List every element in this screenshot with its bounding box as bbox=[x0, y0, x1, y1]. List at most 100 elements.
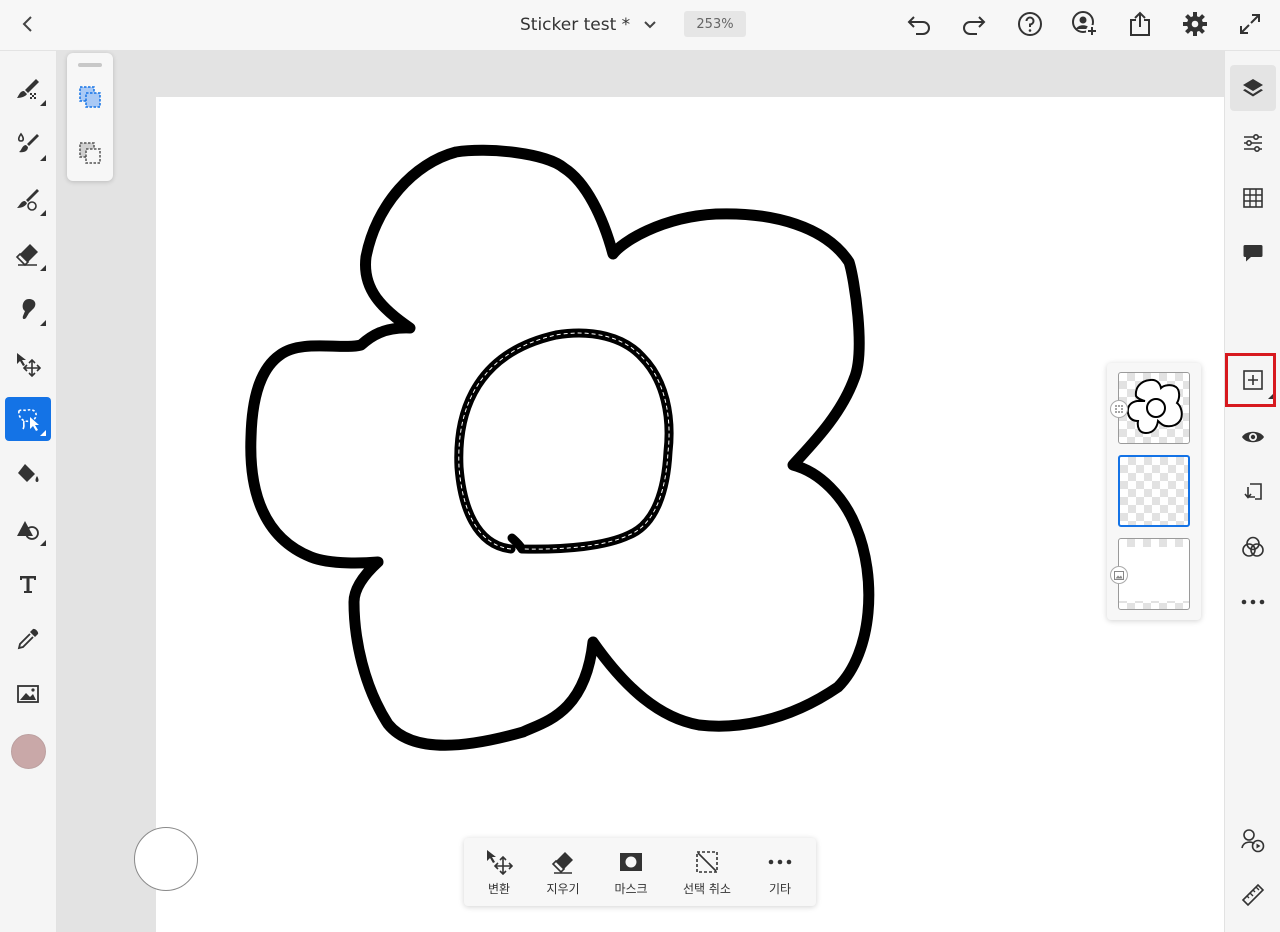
tool-shape[interactable] bbox=[5, 507, 51, 551]
lasso-select-icon bbox=[18, 408, 39, 431]
layers-icon bbox=[1243, 79, 1263, 97]
layer-properties-button[interactable] bbox=[1230, 120, 1276, 166]
tool-fill[interactable] bbox=[5, 452, 51, 496]
redo-icon bbox=[963, 16, 986, 35]
document-title-area[interactable]: Sticker test * bbox=[520, 0, 660, 50]
chevron-down-icon[interactable] bbox=[640, 15, 660, 35]
left-toolbar bbox=[0, 51, 57, 932]
document-title[interactable]: Sticker test * bbox=[520, 15, 630, 35]
ruler-icon bbox=[1241, 883, 1265, 907]
blend-mode-button[interactable] bbox=[1230, 524, 1276, 570]
fullscreen-icon bbox=[1240, 14, 1260, 34]
tool-eyedropper[interactable] bbox=[5, 617, 51, 661]
tool-mixer-brush[interactable] bbox=[5, 122, 51, 166]
add-to-selection-button[interactable] bbox=[70, 77, 110, 117]
mask-label: 마스크 bbox=[614, 882, 648, 896]
mask-button[interactable]: 마스크 bbox=[608, 838, 654, 906]
tool-options-indicator bbox=[40, 100, 46, 106]
tool-lasso-select[interactable] bbox=[5, 397, 51, 441]
export-button[interactable] bbox=[1230, 469, 1276, 515]
group-badge[interactable] bbox=[1110, 400, 1128, 418]
tool-options-indicator bbox=[40, 320, 46, 326]
mask-icon bbox=[620, 853, 642, 871]
ruler-button[interactable] bbox=[1230, 872, 1276, 918]
zoom-level[interactable]: 253% bbox=[684, 11, 746, 37]
more-button[interactable]: 기타 bbox=[760, 838, 800, 906]
help-button[interactable] bbox=[1010, 4, 1050, 44]
flower-outline-thumbnail bbox=[1126, 378, 1183, 435]
comment-icon bbox=[1243, 245, 1263, 262]
touch-shortcut-circle[interactable] bbox=[134, 827, 198, 891]
tool-options-indicator bbox=[40, 265, 46, 271]
tool-smudge[interactable] bbox=[5, 287, 51, 331]
layers-button[interactable] bbox=[1230, 65, 1276, 111]
canvas-artboard[interactable] bbox=[156, 97, 1224, 932]
tool-paint-brush[interactable] bbox=[5, 67, 51, 111]
image-icon bbox=[1114, 570, 1124, 580]
comments-button[interactable] bbox=[1230, 230, 1276, 276]
invite-user-icon bbox=[1072, 11, 1098, 37]
tool-pixel-brush[interactable] bbox=[5, 177, 51, 221]
transform-label: 변환 bbox=[487, 882, 511, 896]
drag-handle[interactable] bbox=[78, 63, 102, 67]
selection-mode-popup bbox=[67, 53, 113, 181]
tool-options-indicator bbox=[40, 155, 46, 161]
help-icon bbox=[1018, 12, 1042, 36]
invite-button[interactable] bbox=[1065, 4, 1105, 44]
tool-move[interactable] bbox=[5, 342, 51, 386]
layer-thumbnail-background[interactable] bbox=[1118, 538, 1190, 610]
move-icon bbox=[17, 353, 41, 377]
grid-button[interactable] bbox=[1230, 175, 1276, 221]
back-button[interactable] bbox=[8, 4, 48, 44]
transform-button[interactable]: 변환 bbox=[478, 838, 520, 906]
paint-brush-icon bbox=[17, 79, 39, 99]
smudge-icon bbox=[22, 299, 36, 320]
undo-icon bbox=[907, 16, 930, 35]
tool-eraser[interactable] bbox=[5, 232, 51, 276]
image-layer-badge[interactable] bbox=[1110, 566, 1128, 584]
layer-properties-icon bbox=[1244, 133, 1262, 153]
highlight-annotation bbox=[1225, 353, 1276, 407]
tool-options-indicator bbox=[40, 430, 46, 436]
add-selection-icon bbox=[79, 86, 101, 108]
chevron-left-icon bbox=[22, 16, 32, 32]
share-icon bbox=[1130, 11, 1150, 36]
layers-panel bbox=[1107, 363, 1201, 620]
color-swatch[interactable] bbox=[11, 734, 46, 769]
blend-mode-icon bbox=[1242, 536, 1264, 557]
tool-place-image[interactable] bbox=[5, 672, 51, 716]
layer-thumbnail-flower[interactable] bbox=[1118, 372, 1190, 444]
deselect-icon bbox=[696, 851, 718, 873]
livestream-icon bbox=[1241, 829, 1265, 853]
deselect-button[interactable]: 선택 취소 bbox=[676, 838, 738, 906]
more-icon bbox=[1241, 599, 1265, 605]
visibility-button[interactable] bbox=[1230, 414, 1276, 460]
visibility-eye-icon bbox=[1242, 431, 1264, 443]
shape-icon bbox=[17, 521, 39, 540]
deselect-label: 선택 취소 bbox=[683, 882, 731, 896]
settings-icon bbox=[1183, 12, 1207, 36]
subtract-from-selection-button[interactable] bbox=[70, 133, 110, 173]
tool-options-indicator bbox=[40, 210, 46, 216]
contextual-taskbar: 변환 지우기 마스크 선택 취소 기타 bbox=[464, 838, 816, 906]
fullscreen-button[interactable] bbox=[1230, 4, 1270, 44]
more-options-button[interactable] bbox=[1230, 579, 1276, 625]
eraser-icon bbox=[15, 244, 38, 267]
settings-button[interactable] bbox=[1175, 4, 1215, 44]
livestream-button[interactable] bbox=[1230, 817, 1276, 863]
tool-type[interactable] bbox=[5, 562, 51, 606]
redo-button[interactable] bbox=[954, 4, 994, 44]
share-button[interactable] bbox=[1120, 4, 1160, 44]
undo-button[interactable] bbox=[899, 4, 939, 44]
eyedropper-icon bbox=[17, 628, 39, 650]
erase-button[interactable]: 지우기 bbox=[540, 838, 586, 906]
right-toolbar bbox=[1224, 51, 1280, 932]
export-icon bbox=[1244, 483, 1262, 500]
subtract-selection-icon bbox=[79, 142, 101, 164]
layer-thumbnail-empty-selected[interactable] bbox=[1118, 455, 1190, 527]
fill-icon bbox=[18, 464, 39, 482]
grid-icon bbox=[1243, 188, 1263, 208]
mixer-brush-icon bbox=[17, 132, 39, 153]
group-icon bbox=[1115, 405, 1123, 413]
flower-drawing bbox=[245, 144, 875, 751]
